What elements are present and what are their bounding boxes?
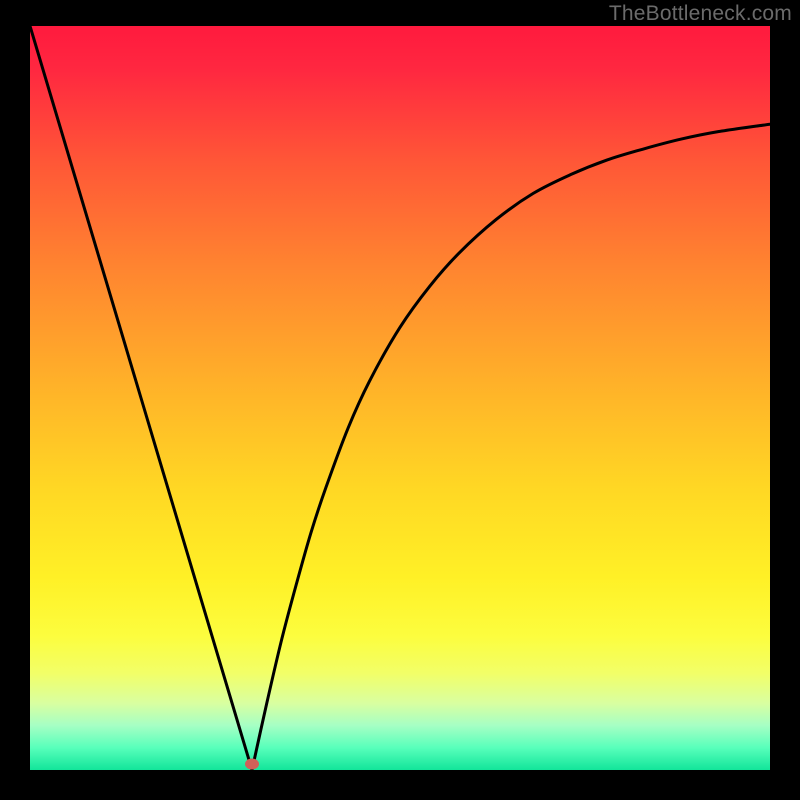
marker-dot	[245, 759, 259, 770]
chart-container: TheBottleneck.com	[0, 0, 800, 800]
watermark-text: TheBottleneck.com	[609, 2, 792, 26]
bottleneck-curve	[30, 26, 770, 770]
